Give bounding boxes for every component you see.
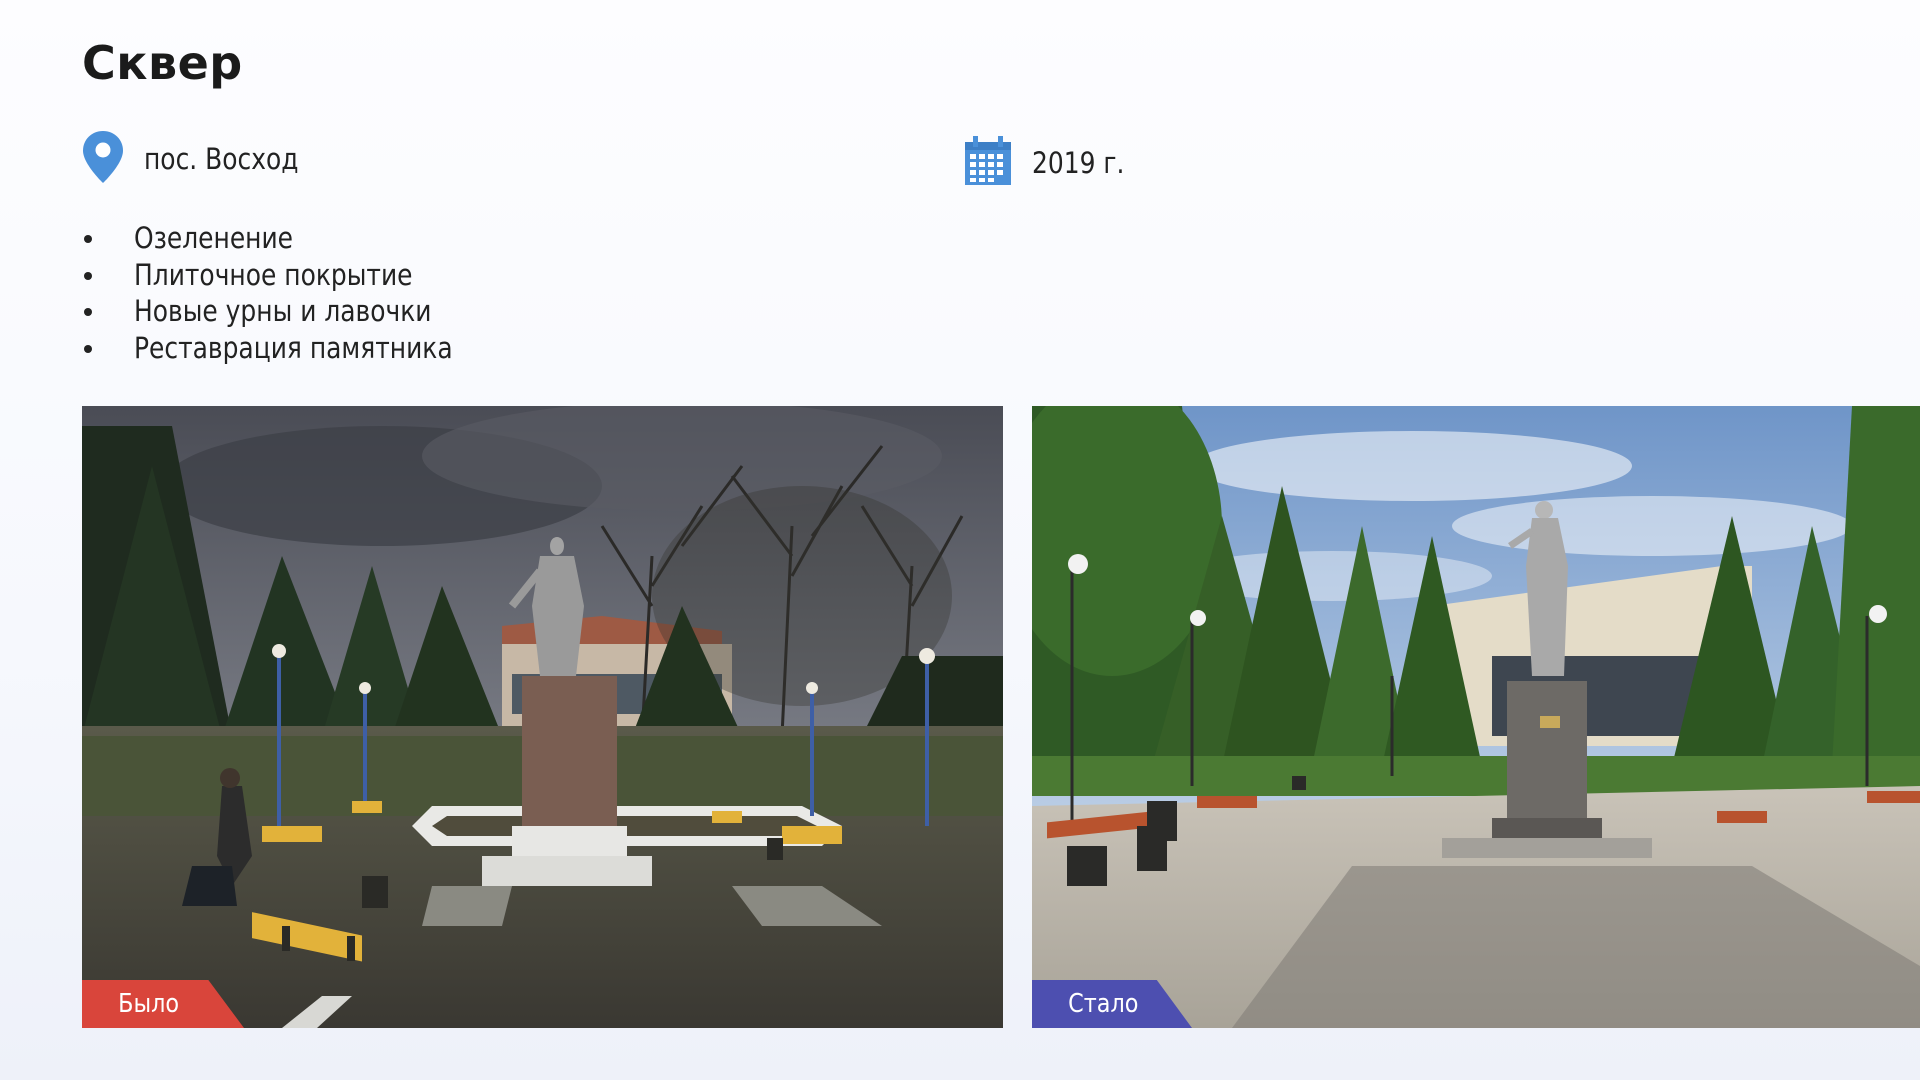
year-text: 2019 г. <box>1032 146 1125 180</box>
before-photo-illustration <box>82 406 1003 1028</box>
page-title: Сквер <box>82 36 243 90</box>
features-list: Озеленение Плиточное покрытие Новые урны… <box>82 220 505 366</box>
before-photo: Было <box>82 406 1003 1028</box>
list-item: Новые урны и лавочки <box>82 293 505 330</box>
location-row: пос. Восход <box>82 130 324 188</box>
bullet-icon <box>84 344 92 353</box>
year-row: 2019 г. <box>964 136 1139 190</box>
bullet-icon <box>84 235 92 243</box>
after-photo: Стало <box>1032 406 1920 1028</box>
list-item: Озеленение <box>82 220 505 257</box>
map-pin-icon <box>82 130 124 188</box>
after-photo-illustration <box>1032 406 1920 1028</box>
list-item: Плиточное покрытие <box>82 257 505 294</box>
list-item: Реставрация памятника <box>82 330 505 367</box>
bullet-icon <box>84 271 92 280</box>
bullet-icon <box>84 308 92 316</box>
location-text: пос. Восход <box>144 142 299 176</box>
calendar-icon <box>964 136 1012 190</box>
